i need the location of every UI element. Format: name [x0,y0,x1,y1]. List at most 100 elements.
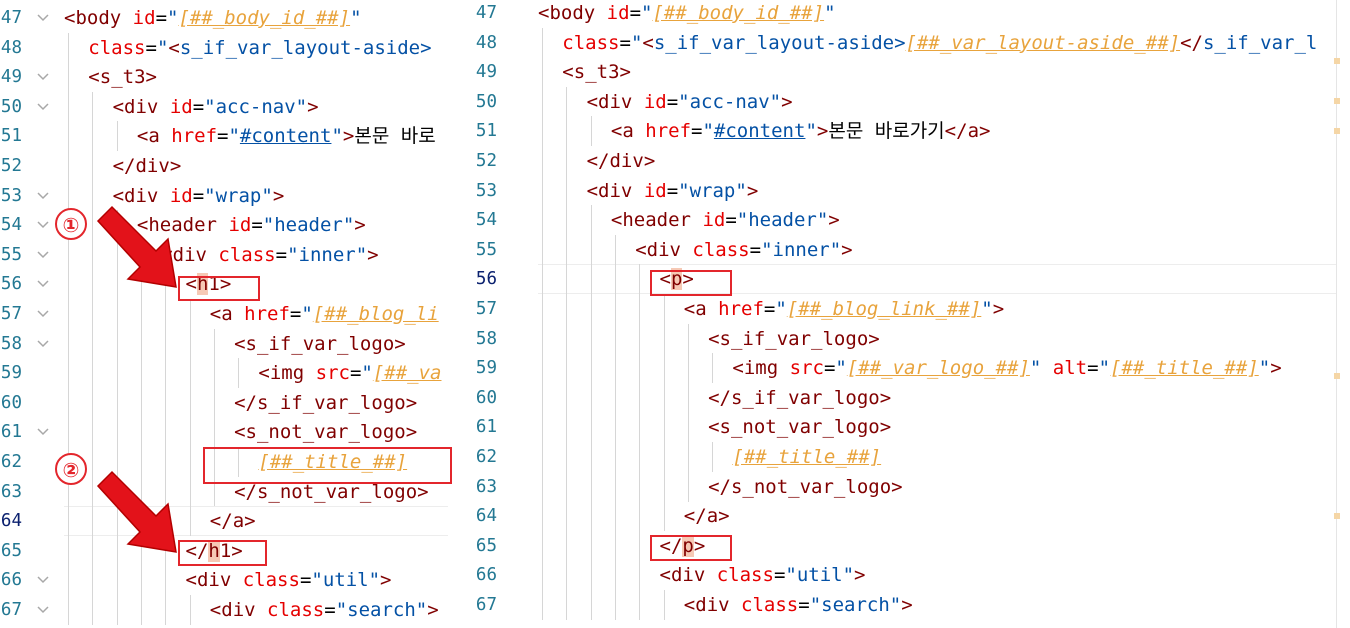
line-number: 67 [0,600,22,620]
highlight-box-h1-open [178,276,260,301]
indent-guide [92,417,94,448]
code-line[interactable]: 66 <div class="util"> [0,565,448,596]
line-number: 65 [0,540,22,561]
code-line[interactable]: 55 <div class="inner"> [0,239,448,270]
code-text: <s_t3> [88,62,157,92]
indent-guide [68,299,69,329]
code-token: = [1087,357,1099,380]
code-token: body [75,7,122,29]
line-number: 51 [475,121,497,142]
code-line[interactable]: 49 <s_t3> [462,57,1336,88]
code-token: = [666,179,679,202]
code-line[interactable]: 49 <s_t3> [0,62,448,93]
code-line[interactable]: 67 <div class="search"> [0,595,448,625]
code-line[interactable]: 47 <body id="[##_body_id_##]" [0,3,448,33]
code-line[interactable]: 61 <s_not_var_logo> [0,417,448,448]
code-line[interactable]: 54 <header id="header"> [462,205,1336,236]
code-line[interactable]: 53 <div id="wrap"> [462,175,1336,206]
code-line[interactable]: 65 </p> [462,530,1336,561]
line-number: 65 [475,535,497,556]
indent-guide [189,328,191,359]
code-line[interactable]: 51 <a href="#content">본문 바로가기</a> [462,116,1336,147]
code-line[interactable]: 53 <div id="wrap"> [0,180,448,211]
code-line[interactable]: 48 class="<s_if_var_layout-aside>[##_var_… [462,27,1336,58]
code-line[interactable]: 58 <s_if_var_logo> [462,323,1336,354]
code-line[interactable]: 58 <s_if_var_logo> [0,328,448,359]
indent-guide [542,560,543,591]
code-token: src [315,362,350,385]
line-number: 50 [475,91,497,112]
code-line[interactable]: 55 <div class="inner"> [462,234,1336,265]
code-line[interactable]: 62 [##_title_##] [462,442,1336,472]
indent-guide [590,382,592,413]
code-token: id [169,184,193,207]
fold-chevron-icon[interactable] [36,595,50,628]
indent-guide [68,151,69,181]
code-token: < [209,303,222,325]
indent-guide [213,387,215,418]
line-number: 55 [0,244,22,265]
code-line[interactable]: 63 </s_not_var_logo> [462,471,1336,502]
code-token: id [643,179,667,202]
code-text: </s_not_var_logo> [708,472,903,502]
code-line[interactable]: 47 <body id="[##_body_id_##]" [462,0,1336,28]
code-token: "inner" [761,238,842,261]
code-line[interactable]: 61 <s_not_var_logo> [462,412,1336,443]
code-line[interactable]: 64 </a> [462,501,1336,532]
indent-guide [165,417,167,448]
code-token: [##_var_layout-aside_##] [905,31,1181,54]
code-line[interactable]: 66 <div class="util"> [462,560,1336,591]
code-text: <div id="acc-nav"> [113,92,319,122]
code-line[interactable]: 64 </a> [0,506,448,537]
code-line[interactable]: 59 <img src="[##_var_logo_##]" alt="[##_t… [462,353,1336,384]
code-line[interactable]: 60 </s_if_var_logo> [0,387,448,418]
code-token: " [775,298,787,320]
indent-guide [614,294,616,324]
code-line[interactable]: 57 <a href="[##_blog_link_##]"> [462,294,1336,324]
indent-guide [687,382,689,413]
code-line[interactable]: 52 </div> [0,151,448,181]
code-token: > [643,150,656,172]
code-token: " [1258,357,1271,380]
code-token: = [251,214,263,237]
code-line[interactable]: 50 <div id="acc-nav"> [0,91,448,122]
indent-guide [165,299,167,329]
indent-guide [92,151,94,181]
indent-guide [639,590,641,620]
code-token: class [242,569,300,592]
code-token: = [324,599,336,621]
code-token: class [218,243,276,266]
code-token: s_if_var_l [1202,31,1318,54]
code-line[interactable]: 59 <img src="[##_va [0,358,448,389]
code-text: <div class="util"> [660,560,866,590]
code-text: <div class="inner"> [161,240,378,270]
code-text: <s_if_var_logo> [234,329,406,359]
code-token: = [299,569,312,592]
code-token: < [168,36,180,59]
code-token: div [695,594,730,616]
indent-guide [566,86,568,117]
code-line[interactable]: 57 <a href="[##_blog_li [0,299,448,329]
code-token: class [267,599,325,621]
code-token: " [361,362,373,385]
code-line[interactable]: 67 <div class="search"> [462,590,1336,620]
code-token: div [598,179,633,202]
code-line[interactable]: 50 <div id="acc-nav"> [462,86,1336,117]
code-text: <div class="inner"> [635,235,852,265]
overview-ruler[interactable] [1334,0,1350,628]
code-line[interactable]: 52 </div> [462,146,1336,176]
code-line[interactable]: 51 <a href="#content">본문 바로 [0,121,448,152]
code-token: alt [1052,357,1088,380]
code-token: [##_var_logo_##] [846,357,1030,380]
code-token: div [598,90,633,113]
code-token: a [221,303,233,325]
code-line[interactable]: 60 </s_if_var_logo> [462,382,1336,413]
indent-guide [566,234,568,265]
code-line[interactable]: 56 <p> [462,264,1336,295]
code-token: > [891,475,903,498]
indent-guide [639,442,641,472]
indent-guide [566,442,568,472]
code-line[interactable]: 48 class="<s_if_var_layout-aside> [0,32,448,63]
code-token: s_if_var_logo [730,386,880,409]
